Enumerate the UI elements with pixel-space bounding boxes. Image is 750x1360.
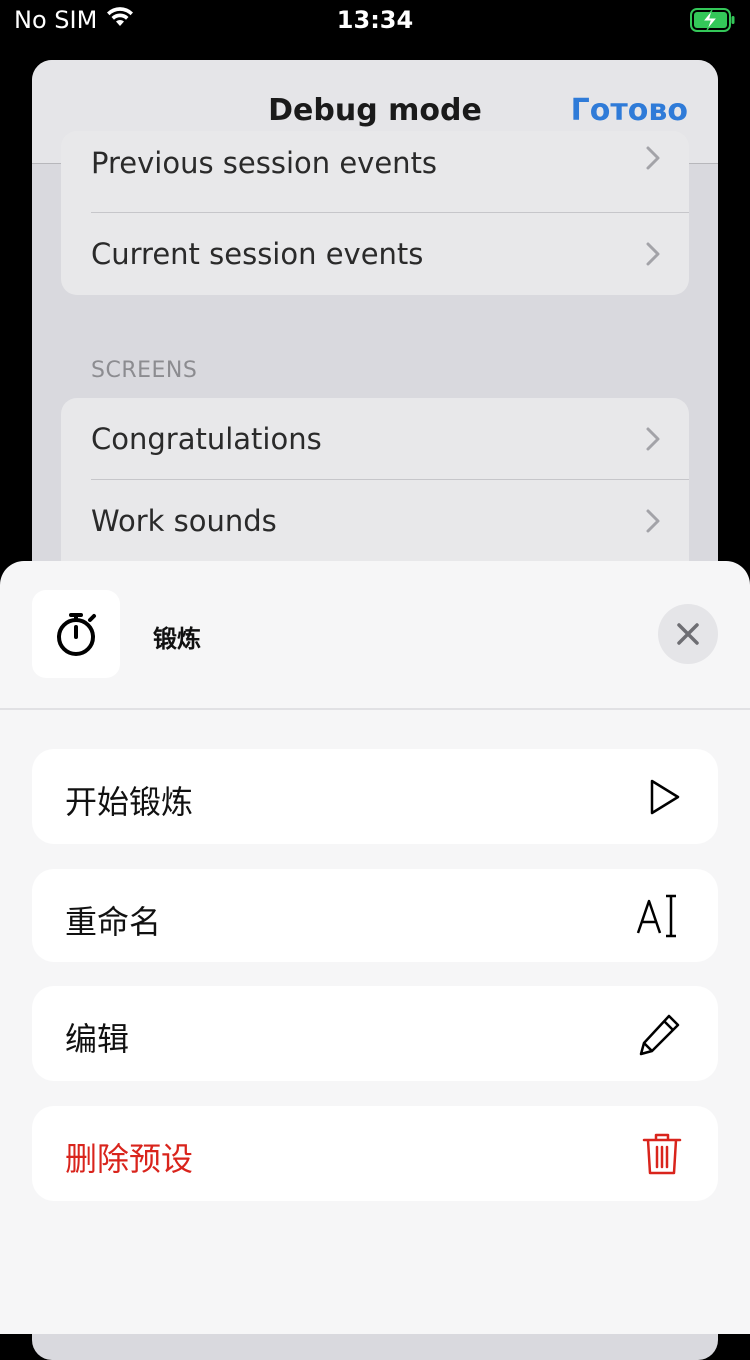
action-label: 编辑: [65, 1020, 130, 1058]
row-label: Previous session events: [91, 146, 438, 180]
pencil-icon: [638, 986, 682, 1081]
delete-preset-button[interactable]: 删除预设: [32, 1106, 718, 1201]
current-session-events-row[interactable]: Current session events: [61, 213, 689, 295]
close-button[interactable]: [658, 604, 718, 664]
rename-button[interactable]: 重命名: [32, 869, 718, 962]
row-label: Congratulations: [91, 422, 322, 456]
chevron-right-icon: [646, 146, 660, 170]
previous-session-events-row[interactable]: Previous session events: [61, 131, 689, 213]
done-button[interactable]: Готово: [571, 93, 688, 128]
status-bar: No SIM 13:34: [0, 0, 750, 40]
section-header-screens: SCREENS: [91, 358, 198, 383]
chevron-right-icon: [646, 427, 660, 451]
play-icon: [646, 749, 682, 844]
sheet-title: 锻炼: [153, 625, 201, 653]
start-workout-button[interactable]: 开始锻炼: [32, 749, 718, 844]
status-time: 13:34: [336, 6, 414, 34]
row-label: Work sounds: [91, 504, 277, 538]
battery-charging-icon: [690, 8, 736, 32]
congratulations-row[interactable]: Congratulations: [61, 398, 689, 480]
close-icon: [677, 623, 699, 645]
work-sounds-row[interactable]: Work sounds: [61, 480, 689, 562]
action-label: 重命名: [65, 903, 162, 941]
preset-icon-container: [32, 590, 120, 678]
edit-button[interactable]: 编辑: [32, 986, 718, 1081]
trash-icon: [642, 1106, 682, 1201]
action-label: 删除预设: [65, 1140, 194, 1178]
chevron-right-icon: [646, 509, 660, 533]
chevron-right-icon: [646, 242, 660, 266]
stopwatch-icon: [57, 613, 96, 656]
row-label: Current session events: [91, 237, 424, 271]
sheet-header: 锻炼: [0, 561, 750, 710]
rename-text-icon: [636, 869, 682, 962]
action-label: 开始锻炼: [65, 783, 194, 821]
events-group: Previous session events Current session …: [61, 131, 689, 295]
action-sheet: 锻炼 开始锻炼 重命名 编辑 删除预设: [0, 561, 750, 1334]
